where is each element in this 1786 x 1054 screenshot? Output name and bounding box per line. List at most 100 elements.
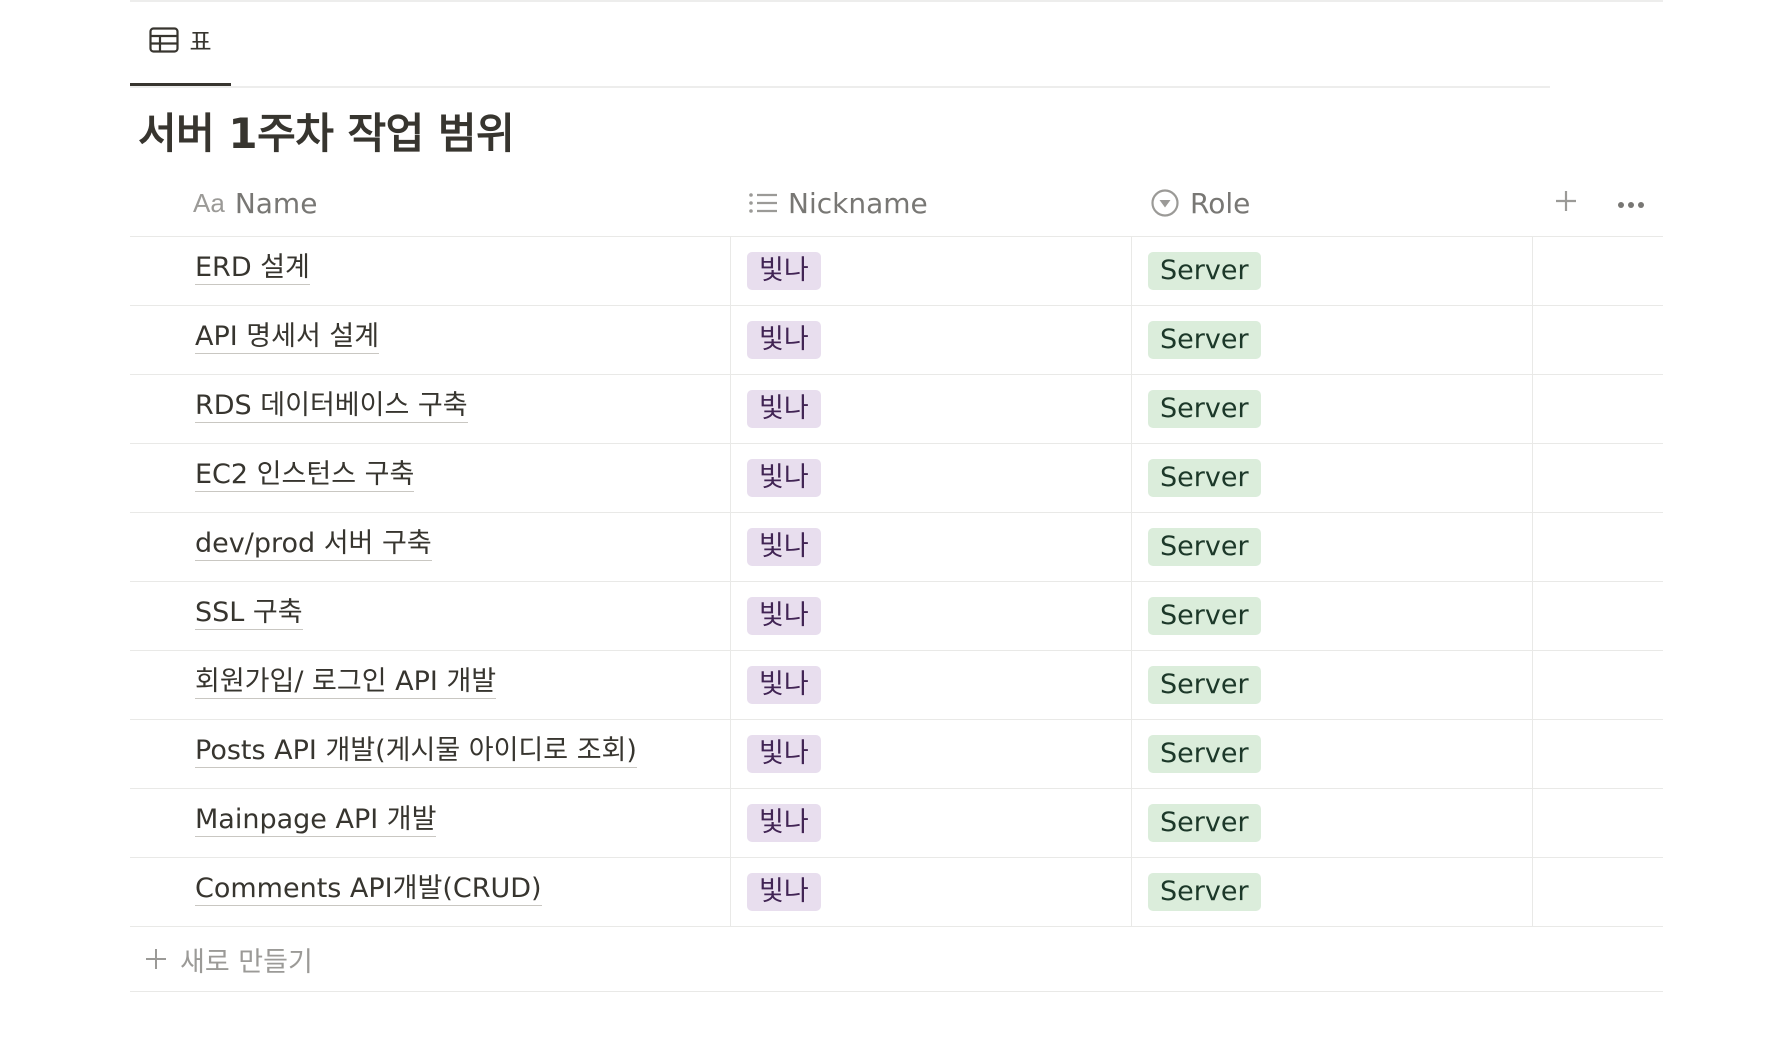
nickname-tag: 빛나: [747, 528, 821, 566]
role-tag: Server: [1148, 528, 1261, 566]
cell-role[interactable]: Server: [1131, 237, 1532, 305]
table-row[interactable]: SSL 구축 빛나 Server: [130, 582, 1663, 651]
column-header-role[interactable]: Role: [1150, 170, 1250, 236]
table-row[interactable]: EC2 인스턴스 구축 빛나 Server: [130, 444, 1663, 513]
cell-empty[interactable]: [1532, 720, 1663, 788]
row-title-link[interactable]: Posts API 개발(게시물 아이디로 조회): [195, 735, 637, 768]
nickname-tag: 빛나: [747, 735, 821, 773]
role-tag: Server: [1148, 873, 1261, 911]
plus-icon: [144, 947, 168, 971]
column-header-label: Role: [1190, 186, 1251, 220]
nickname-tag: 빛나: [747, 390, 821, 428]
cell-role[interactable]: Server: [1131, 651, 1532, 719]
cell-nickname[interactable]: 빛나: [730, 789, 1131, 857]
cell-role[interactable]: Server: [1131, 582, 1532, 650]
role-tag: Server: [1148, 735, 1261, 773]
column-header-nickname[interactable]: Nickname: [748, 170, 928, 236]
list-icon: [748, 191, 778, 215]
page-title: 서버 1주차 작업 범위: [138, 109, 515, 158]
cell-role[interactable]: Server: [1131, 375, 1532, 443]
more-options-button[interactable]: [1609, 181, 1653, 225]
row-title-link[interactable]: Comments API개발(CRUD): [195, 873, 542, 906]
cell-nickname[interactable]: 빛나: [730, 375, 1131, 443]
tab-table-view[interactable]: 표: [130, 2, 231, 86]
cell-empty[interactable]: [1532, 444, 1663, 512]
nickname-tag: 빛나: [747, 804, 821, 842]
cell-nickname[interactable]: 빛나: [730, 720, 1131, 788]
role-tag: Server: [1148, 804, 1261, 842]
add-property-button[interactable]: [1544, 181, 1588, 225]
cell-empty[interactable]: [1532, 651, 1663, 719]
cell-empty[interactable]: [1532, 789, 1663, 857]
nickname-tag: 빛나: [747, 459, 821, 497]
cell-role[interactable]: Server: [1131, 858, 1532, 926]
cell-nickname[interactable]: 빛나: [730, 306, 1131, 374]
row-title-link[interactable]: dev/prod 서버 구축: [195, 528, 432, 561]
nickname-tag: 빛나: [747, 666, 821, 704]
row-title-link[interactable]: SSL 구축: [195, 597, 303, 630]
row-title-link[interactable]: Mainpage API 개발: [195, 804, 437, 837]
view-tabs: 표: [130, 2, 1550, 88]
role-tag: Server: [1148, 252, 1261, 290]
role-tag: Server: [1148, 459, 1261, 497]
cell-name: ERD 설계: [130, 237, 730, 305]
cell-nickname[interactable]: 빛나: [730, 513, 1131, 581]
cell-empty[interactable]: [1532, 375, 1663, 443]
more-icon: [1617, 194, 1645, 213]
cell-nickname[interactable]: 빛나: [730, 858, 1131, 926]
table-header: Aa Name Nickname Role: [130, 170, 1663, 237]
text-property-icon: Aa: [193, 187, 225, 218]
tab-label: 표: [189, 28, 212, 56]
new-row-button[interactable]: 새로 만들기: [130, 927, 1663, 992]
cell-empty[interactable]: [1532, 858, 1663, 926]
table-row[interactable]: dev/prod 서버 구축 빛나 Server: [130, 513, 1663, 582]
column-header-label: Name: [234, 186, 318, 220]
row-title-link[interactable]: EC2 인스턴스 구축: [195, 459, 415, 492]
row-title-link[interactable]: API 명세서 설계: [195, 321, 380, 354]
cell-name: Comments API개발(CRUD): [130, 858, 730, 926]
cell-nickname[interactable]: 빛나: [730, 444, 1131, 512]
cell-name: Mainpage API 개발: [130, 789, 730, 857]
cell-empty[interactable]: [1532, 237, 1663, 305]
cell-name: SSL 구축: [130, 582, 730, 650]
cell-name: RDS 데이터베이스 구축: [130, 375, 730, 443]
cell-role[interactable]: Server: [1131, 513, 1532, 581]
table-row[interactable]: 회원가입/ 로그인 API 개발 빛나 Server: [130, 651, 1663, 720]
table-row[interactable]: Comments API개발(CRUD) 빛나 Server: [130, 858, 1663, 927]
table-body: ERD 설계 빛나 Server API 명세서 설계 빛나 Server RDS 데이터베…: [130, 237, 1663, 927]
row-title-link[interactable]: ERD 설계: [195, 252, 310, 285]
cell-empty[interactable]: [1532, 582, 1663, 650]
cell-nickname[interactable]: 빛나: [730, 582, 1131, 650]
new-row-label: 새로 만들기: [180, 946, 313, 978]
nickname-tag: 빛나: [747, 321, 821, 359]
cell-name: 회원가입/ 로그인 API 개발: [130, 651, 730, 719]
table-icon: [149, 26, 180, 53]
nickname-tag: 빛나: [747, 252, 821, 290]
table-row[interactable]: API 명세서 설계 빛나 Server: [130, 306, 1663, 375]
table-row[interactable]: ERD 설계 빛나 Server: [130, 237, 1663, 306]
column-header-label: Nickname: [788, 186, 928, 220]
table-row[interactable]: RDS 데이터베이스 구축 빛나 Server: [130, 375, 1663, 444]
role-tag: Server: [1148, 666, 1261, 704]
row-title-link[interactable]: RDS 데이터베이스 구축: [195, 390, 468, 423]
cell-nickname[interactable]: 빛나: [730, 651, 1131, 719]
cell-role[interactable]: Server: [1131, 720, 1532, 788]
nickname-tag: 빛나: [747, 597, 821, 635]
select-icon: [1150, 188, 1180, 218]
column-header-name[interactable]: Aa Name: [193, 170, 317, 236]
row-title-link[interactable]: 회원가입/ 로그인 API 개발: [195, 666, 497, 699]
cell-name: Posts API 개발(게시물 아이디로 조회): [130, 720, 730, 788]
cell-empty[interactable]: [1532, 513, 1663, 581]
cell-role[interactable]: Server: [1131, 789, 1532, 857]
cell-nickname[interactable]: 빛나: [730, 237, 1131, 305]
cell-role[interactable]: Server: [1131, 306, 1532, 374]
table-row[interactable]: Mainpage API 개발 빛나 Server: [130, 789, 1663, 858]
table-row[interactable]: Posts API 개발(게시물 아이디로 조회) 빛나 Server: [130, 720, 1663, 789]
plus-icon: [1554, 189, 1578, 217]
role-tag: Server: [1148, 321, 1261, 359]
cell-empty[interactable]: [1532, 306, 1663, 374]
database-table: Aa Name Nickname Role ERD 설계 빛나 Server A…: [130, 170, 1663, 992]
cell-role[interactable]: Server: [1131, 444, 1532, 512]
cell-name: API 명세서 설계: [130, 306, 730, 374]
cell-name: dev/prod 서버 구축: [130, 513, 730, 581]
